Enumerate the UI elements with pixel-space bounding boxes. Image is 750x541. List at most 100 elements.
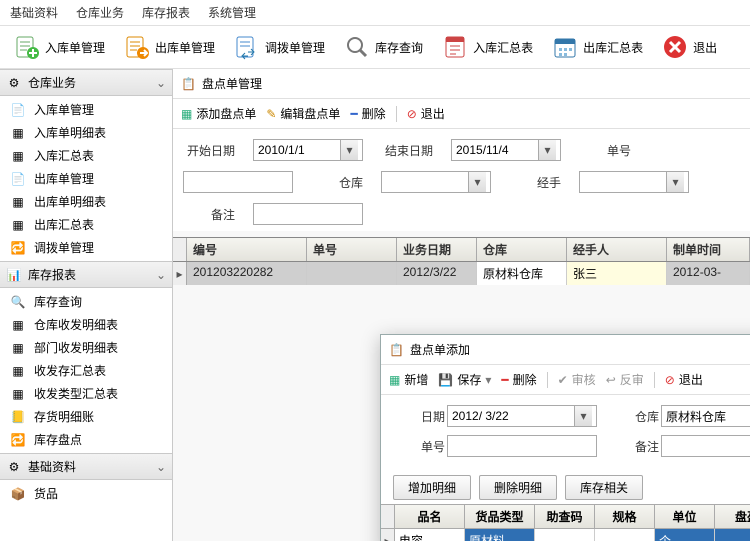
start-date-input[interactable]: 2010/1/1▾ (253, 139, 363, 161)
wh-select[interactable]: ▾ (381, 171, 491, 193)
dlg-delete[interactable]: ━删除 (501, 371, 536, 388)
nav-wh-detail[interactable]: ▦仓库收发明细表 (0, 313, 172, 336)
nav-ledger[interactable]: 📒存货明细账 (0, 405, 172, 428)
lbl-end: 结束日期 (381, 142, 433, 159)
separator (547, 372, 548, 388)
dlg-remark-input[interactable] (661, 435, 750, 457)
magnifier-icon (343, 33, 371, 61)
detail-row[interactable]: ▸ 电容 原材料 个 1.00 0 (381, 529, 750, 541)
lbl-handler: 经手 (509, 174, 561, 191)
cell-order (307, 262, 397, 285)
dcol-code[interactable]: 助查码 (535, 505, 595, 528)
handler-select[interactable]: ▾ (579, 171, 689, 193)
menu-warehouse[interactable]: 仓库业务 (76, 4, 124, 21)
dlg-buttons: 增加明细 删除明细 库存相关 (381, 467, 750, 504)
dropdown-icon[interactable]: ▾ (574, 406, 592, 426)
tb-exit[interactable]: 退出 (654, 30, 724, 64)
acc-basic-header[interactable]: ⚙基础资料⌄ (0, 453, 172, 480)
nav-stocktake[interactable]: 🔁库存盘点 (0, 428, 172, 451)
tb-query[interactable]: 库存查询 (336, 30, 430, 64)
form-icon: 📋 (389, 343, 404, 357)
doc-swap-icon: 🔁 (10, 240, 26, 256)
remark-input[interactable] (253, 203, 363, 225)
btn-add-detail[interactable]: 增加明细 (393, 475, 471, 500)
nav-out-detail[interactable]: ▦出库单明细表 (0, 190, 172, 213)
end-date-input[interactable]: 2015/11/4▾ (451, 139, 561, 161)
menubar: 基础资料 仓库业务 库存报表 系统管理 (0, 0, 750, 26)
dcol-spec[interactable]: 规格 (595, 505, 655, 528)
dlg-exit-label: 退出 (679, 371, 703, 388)
tb-outbound[interactable]: 出库单管理 (116, 30, 222, 64)
nav-label: 入库单明细表 (34, 124, 106, 141)
dlg-unapprove[interactable]: ↩反审 (606, 371, 644, 388)
ptb-edit[interactable]: ✎编辑盘点单 (266, 105, 340, 122)
order-input[interactable] (183, 171, 293, 193)
col-wh[interactable]: 仓库 (477, 238, 567, 261)
ptb-add[interactable]: ▦添加盘点单 (181, 105, 256, 122)
dlg-date-input[interactable]: 2012/ 3/22▾ (447, 405, 597, 427)
pane-toolbar: ▦添加盘点单 ✎编辑盘点单 ━删除 ⊘退出 (173, 99, 750, 129)
nav-out-sum[interactable]: ▦出库汇总表 (0, 213, 172, 236)
tb-inbound[interactable]: 入库单管理 (6, 30, 112, 64)
btn-stock-rel[interactable]: 库存相关 (565, 475, 643, 500)
dcol-type[interactable]: 货品类型 (465, 505, 535, 528)
dlg-new[interactable]: ▦新增 (389, 371, 428, 388)
dropdown-icon[interactable]: ▾ (340, 140, 358, 160)
ptb-edit-label: 编辑盘点单 (280, 105, 340, 122)
row-marker-icon: ▸ (173, 262, 187, 285)
nav-label: 调拨单管理 (34, 239, 94, 256)
nav-stock-query[interactable]: 🔍库存查询 (0, 290, 172, 313)
btn-del-detail[interactable]: 删除明细 (479, 475, 557, 500)
tb-transfer[interactable]: 调拨单管理 (226, 30, 332, 64)
acc-warehouse-header[interactable]: ⚙仓库业务⌄ (0, 69, 172, 96)
dlg-wh-select[interactable]: 原材料仓库▾ (661, 405, 750, 427)
form-icon: 📋 (181, 77, 196, 91)
nav-goods[interactable]: 📦货品 (0, 482, 172, 505)
col-order[interactable]: 单号 (307, 238, 397, 261)
nav-label: 收发存汇总表 (34, 362, 106, 379)
dlg-save-label: 保存 (457, 371, 481, 388)
cell-handler: 张三 (567, 262, 667, 285)
row-marker-icon: ▸ (381, 529, 395, 541)
dropdown-icon[interactable]: ▾ (468, 172, 486, 192)
col-date[interactable]: 业务日期 (397, 238, 477, 261)
tb-inbound-summary[interactable]: 入库汇总表 (434, 30, 540, 64)
nav-type-sum[interactable]: ▦收发类型汇总表 (0, 382, 172, 405)
dropdown-icon[interactable]: ▾ (666, 172, 684, 192)
col-handler[interactable]: 经手人 (567, 238, 667, 261)
nav-dept-detail[interactable]: ▦部门收发明细表 (0, 336, 172, 359)
table-row[interactable]: ▸ 201203220282 2012/3/22 原材料仓库 张三 2012-0… (173, 262, 750, 285)
nav-transfer[interactable]: 🔁 调拨单管理 (0, 236, 172, 259)
dcol-unit[interactable]: 单位 (655, 505, 715, 528)
acc-rpt-title: 库存报表 (28, 266, 76, 283)
lbl-dlg-wh: 仓库 (607, 408, 659, 425)
dlg-order-input[interactable] (447, 435, 597, 457)
dlg-save[interactable]: 💾保存 ▾ (438, 371, 491, 388)
nav-srd-sum[interactable]: ▦ 收发存汇总表 (0, 359, 172, 382)
dlg-exit[interactable]: ⊘退出 (665, 371, 703, 388)
nav-out-manage[interactable]: 📄出库单管理 (0, 167, 172, 190)
dlg-titlebar: 📋盘点单添加 (381, 335, 750, 365)
col-ctime[interactable]: 制单时间 (667, 238, 750, 261)
nav-in-sum[interactable]: ▦入库汇总表 (0, 144, 172, 167)
menu-reports[interactable]: 库存报表 (142, 4, 190, 21)
nav-in-manage[interactable]: 📄入库单管理 (0, 98, 172, 121)
ptb-delete[interactable]: ━删除 (350, 105, 385, 122)
ptb-exit[interactable]: ⊘退出 (407, 105, 445, 122)
col-no[interactable]: 编号 (187, 238, 307, 261)
dropdown-icon[interactable]: ▾ (538, 140, 556, 160)
gear-icon: ⚙ (6, 459, 22, 475)
ptb-add-label: 添加盘点单 (196, 105, 256, 122)
menu-basic[interactable]: 基础资料 (10, 4, 58, 21)
menu-system[interactable]: 系统管理 (208, 4, 256, 21)
grid-green-icon: ▦ (10, 363, 26, 379)
dcol-gain[interactable]: 盘盈 (715, 505, 750, 528)
nav-in-detail[interactable]: ▦入库单明细表 (0, 121, 172, 144)
acc-report-header[interactable]: 📊库存报表⌄ (0, 261, 172, 288)
nav-label: 仓库收发明细表 (34, 316, 118, 333)
dcol-name[interactable]: 品名 (395, 505, 465, 528)
tb-outbound-summary[interactable]: 出库汇总表 (544, 30, 650, 64)
tb-outsum-label: 出库汇总表 (583, 39, 643, 56)
dlg-form: 日期 2012/ 3/22▾ 仓库 原材料仓库▾ 经手 张三 单号 备注 编号 (381, 395, 750, 467)
dlg-approve[interactable]: ✔审核 (558, 371, 596, 388)
